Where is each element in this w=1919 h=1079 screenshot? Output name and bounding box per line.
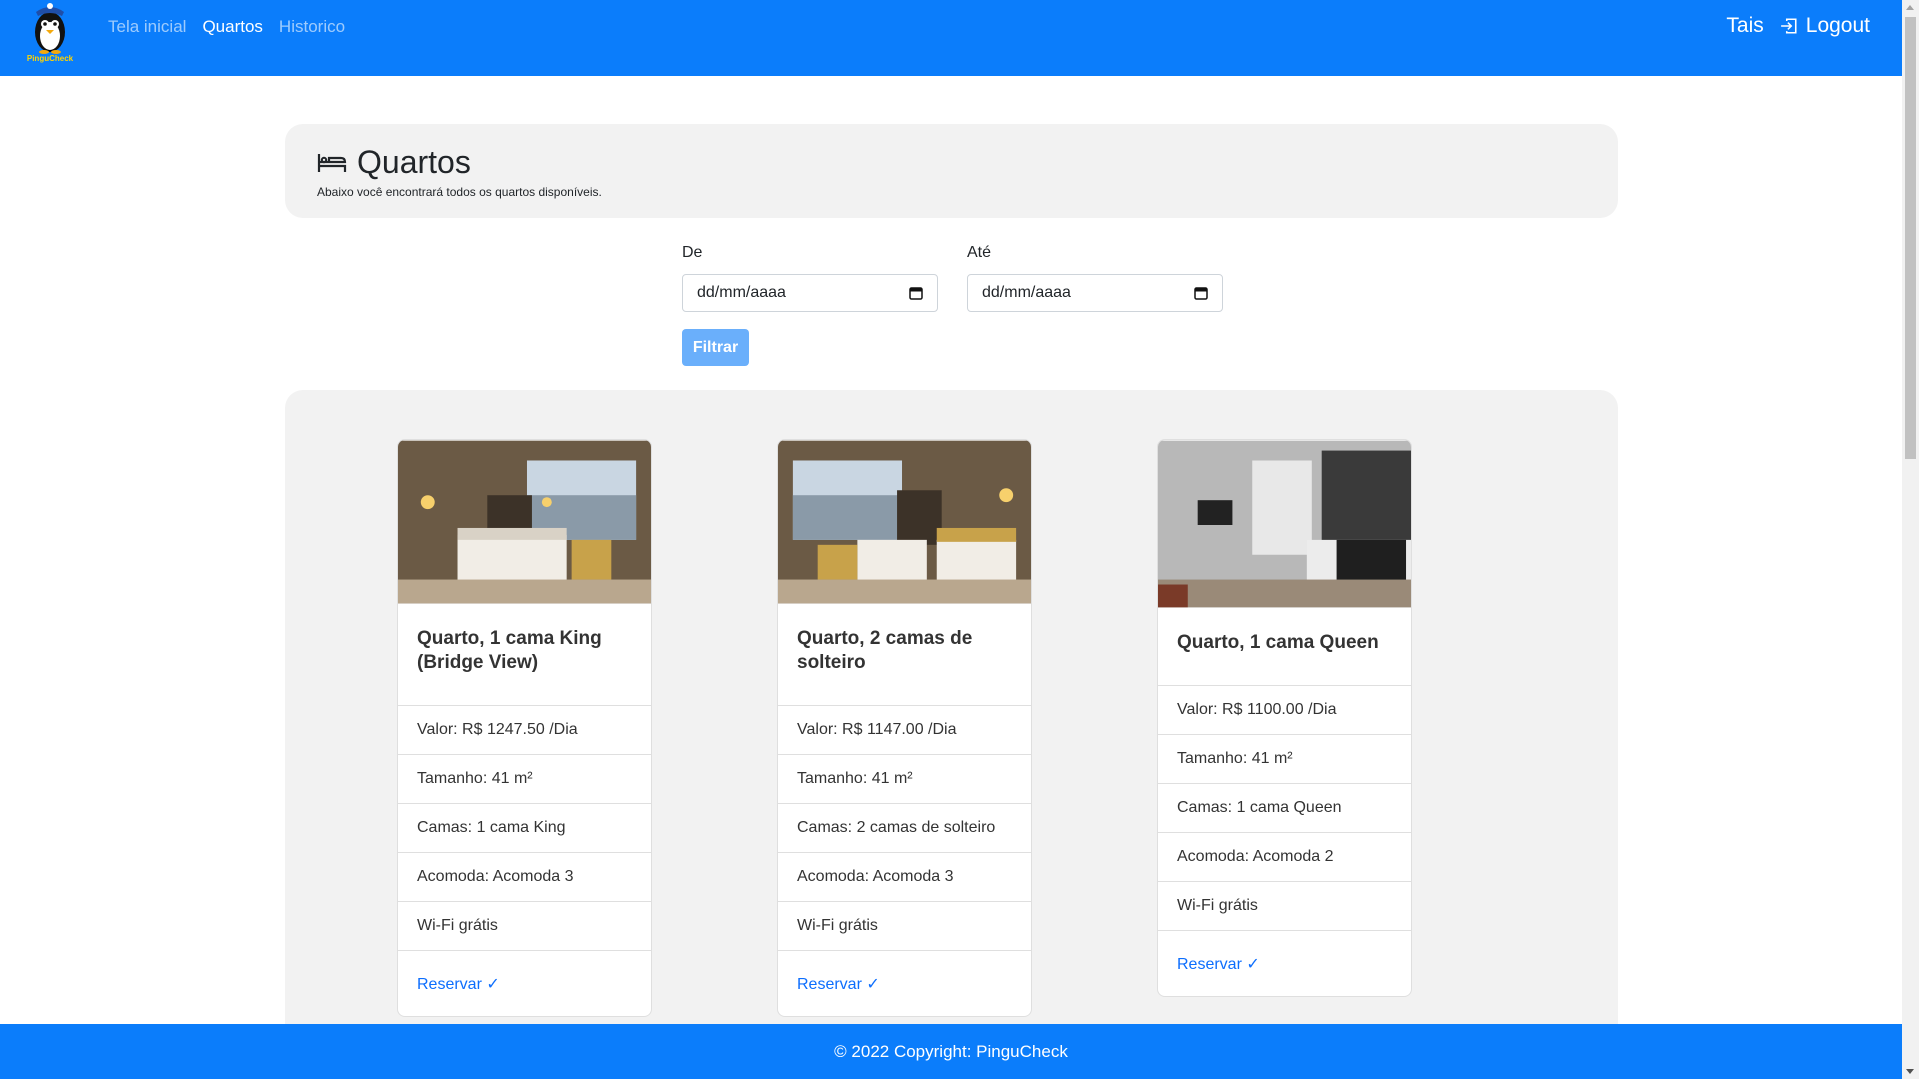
from-date-input[interactable]: dd/mm/aaaa	[682, 274, 938, 312]
logo-text: PinguCheck	[27, 54, 74, 63]
user-name[interactable]: Tais	[1726, 14, 1763, 38]
room-beds: Camas: 1 cama King	[398, 804, 651, 853]
to-date-value: dd/mm/aaaa	[982, 284, 1071, 301]
room-title: Quarto, 2 camas de solteiro	[797, 628, 973, 673]
navbar: PinguCheck Tela inicial Quartos Historic…	[0, 0, 1902, 76]
room-beds: Camas: 2 camas de solteiro	[778, 804, 1031, 853]
reserve-link[interactable]: Reservar ✓	[417, 974, 500, 994]
footer: © 2022 Copyright: PinguCheck	[0, 1024, 1902, 1079]
to-label: Até	[967, 244, 992, 261]
room-size: Tamanho: 41 m²	[778, 755, 1031, 804]
room-price: Valor: R$ 1147.00 /Dia	[778, 706, 1031, 755]
page-header: Quartos Abaixo você encontrará todos os …	[285, 124, 1618, 218]
penguin-logo[interactable]: PinguCheck	[24, 2, 76, 64]
room-price: Valor: R$ 1100.00 /Dia	[1158, 686, 1411, 735]
nav-link-quartos[interactable]: Quartos	[202, 17, 262, 37]
nav-link-historico[interactable]: Historico	[279, 17, 345, 37]
room-size: Tamanho: 41 m²	[1158, 735, 1411, 784]
room-title: Quarto, 1 cama King (Bridge View)	[417, 628, 602, 673]
scrollbar-thumb[interactable]	[1905, 17, 1916, 459]
copyright-text: © 2022 Copyright: PinguCheck	[834, 1041, 1068, 1061]
room-photo	[1158, 440, 1411, 608]
logout-label: Logout	[1805, 14, 1870, 37]
room-photo	[778, 440, 1031, 604]
room-title: Quarto, 1 cama Queen	[1177, 632, 1379, 653]
scroll-down-arrow-icon[interactable]	[1906, 1069, 1914, 1074]
nav-links: Tela inicial Quartos Historico	[108, 17, 345, 37]
page-subtitle: Abaixo você encontrará todos os quartos …	[317, 185, 602, 199]
room-beds: Camas: 1 cama Queen	[1158, 784, 1411, 833]
card-footer: Reservar ✓	[1158, 931, 1411, 996]
room-wifi: Wi-Fi grátis	[778, 902, 1031, 951]
room-wifi: Wi-Fi grátis	[1158, 882, 1411, 931]
room-capacity: Acomoda: Acomoda 3	[398, 853, 651, 902]
room-price: Valor: R$ 1247.50 /Dia	[398, 706, 651, 755]
scrollbar[interactable]	[1902, 0, 1919, 1079]
logout-button[interactable]: Logout	[1780, 14, 1870, 38]
room-details: Valor: R$ 1100.00 /Dia Tamanho: 41 m² Ca…	[1158, 685, 1411, 931]
room-wifi: Wi-Fi grátis	[398, 902, 651, 951]
rooms-panel: Quarto, 1 cama King (Bridge View) Valor:…	[285, 390, 1618, 1079]
calendar-icon[interactable]	[909, 286, 923, 300]
reserve-link[interactable]: Reservar ✓	[1177, 954, 1260, 974]
page-title: Quartos	[317, 144, 1618, 181]
calendar-icon[interactable]	[1194, 286, 1208, 300]
from-label: De	[682, 244, 703, 261]
room-card: Quarto, 1 cama King (Bridge View) Valor:…	[397, 439, 652, 1017]
room-capacity: Acomoda: Acomoda 2	[1158, 833, 1411, 882]
box-arrow-in-right-icon	[1780, 18, 1797, 34]
card-footer: Reservar ✓	[398, 951, 651, 1016]
page-title-text: Quartos	[357, 144, 471, 180]
nav-right: Tais Logout	[1726, 14, 1870, 38]
bed-icon	[317, 153, 347, 172]
room-size: Tamanho: 41 m²	[398, 755, 651, 804]
filter-button[interactable]: Filtrar	[682, 329, 749, 366]
room-details: Valor: R$ 1147.00 /Dia Tamanho: 41 m² Ca…	[778, 705, 1031, 951]
to-group: Até dd/mm/aaaa	[967, 244, 1223, 312]
from-date-value: dd/mm/aaaa	[697, 284, 786, 301]
nav-link-tela-inicial[interactable]: Tela inicial	[108, 17, 186, 37]
card-footer: Reservar ✓	[778, 951, 1031, 1016]
room-card: Quarto, 1 cama Queen Valor: R$ 1100.00 /…	[1157, 439, 1412, 997]
reserve-link[interactable]: Reservar ✓	[797, 974, 880, 994]
room-details: Valor: R$ 1247.50 /Dia Tamanho: 41 m² Ca…	[398, 705, 651, 951]
room-photo	[398, 440, 651, 604]
scroll-up-arrow-icon[interactable]	[1906, 5, 1914, 10]
room-capacity: Acomoda: Acomoda 3	[778, 853, 1031, 902]
to-date-input[interactable]: dd/mm/aaaa	[967, 274, 1223, 312]
from-group: De dd/mm/aaaa	[682, 244, 938, 312]
room-card: Quarto, 2 camas de solteiro Valor: R$ 11…	[777, 439, 1032, 1017]
